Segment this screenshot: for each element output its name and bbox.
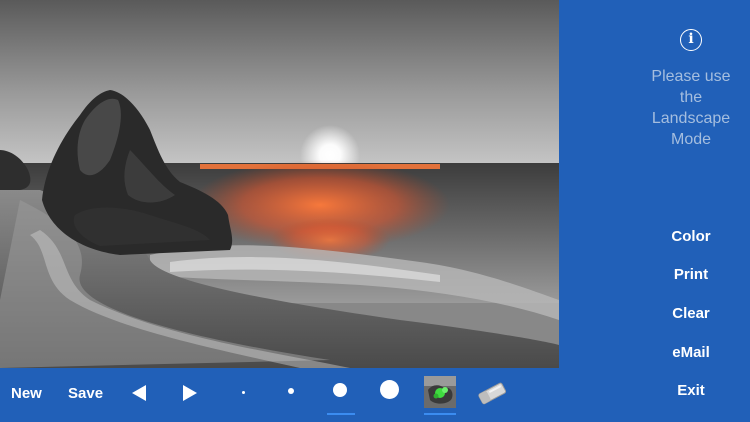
beach-sunset-photo bbox=[0, 0, 559, 368]
brush-size-medium[interactable] bbox=[333, 383, 347, 397]
exit-button[interactable]: Exit bbox=[651, 381, 731, 401]
triangle-right-icon[interactable] bbox=[183, 385, 197, 401]
color-brush-tool-icon[interactable] bbox=[424, 376, 456, 408]
email-button[interactable]: eMail bbox=[651, 343, 731, 363]
info-icon[interactable]: i bbox=[680, 29, 702, 51]
orientation-hint: Please use the Landscape Mode bbox=[651, 68, 731, 148]
triangle-left-icon[interactable] bbox=[132, 385, 146, 401]
photo-canvas[interactable] bbox=[0, 0, 559, 368]
tool-selection-indicator bbox=[424, 413, 456, 415]
brush-size-extra-small[interactable] bbox=[242, 391, 245, 394]
eraser-icon[interactable] bbox=[476, 380, 508, 406]
brush-size-selection-indicator bbox=[327, 413, 355, 415]
brush-size-large[interactable] bbox=[380, 380, 399, 399]
side-panel: i Please use the Landscape Mode Color Pr… bbox=[559, 0, 750, 422]
print-button[interactable]: Print bbox=[651, 265, 731, 285]
clear-button[interactable]: Clear bbox=[651, 304, 731, 324]
new-button[interactable]: New bbox=[11, 384, 42, 404]
color-button[interactable]: Color bbox=[651, 227, 731, 247]
save-button[interactable]: Save bbox=[68, 384, 103, 404]
brush-size-small[interactable] bbox=[288, 388, 294, 394]
bottom-toolbar: New Save bbox=[0, 368, 559, 422]
